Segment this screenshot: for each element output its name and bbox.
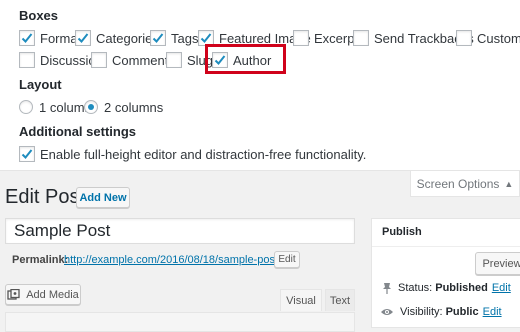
preview-button[interactable]: Preview bbox=[475, 252, 520, 275]
media-icon bbox=[7, 288, 20, 300]
checkbox-label: Tags bbox=[171, 30, 199, 46]
checkbox-label: Custom Fie bbox=[477, 30, 520, 46]
publish-box: Publish Preview Status: Published Edit V… bbox=[371, 218, 520, 328]
radio-button[interactable] bbox=[19, 100, 33, 114]
checkbox-custom-fields[interactable]: Custom Fie bbox=[456, 30, 520, 46]
checkbox-box[interactable] bbox=[293, 30, 309, 46]
permalink-edit-button[interactable]: Edit bbox=[274, 251, 300, 268]
status-value: Published bbox=[435, 282, 488, 294]
checkbox-tags[interactable]: Tags bbox=[150, 30, 198, 46]
checkbox-format[interactable]: Format bbox=[19, 30, 81, 46]
add-media-button[interactable]: Add Media bbox=[5, 284, 81, 305]
checkbox-box[interactable] bbox=[19, 146, 35, 162]
check-icon bbox=[21, 33, 33, 43]
checkbox-box[interactable] bbox=[166, 52, 182, 68]
checkbox-box[interactable] bbox=[150, 30, 166, 46]
radio-label: 2 columns bbox=[104, 99, 164, 115]
radio-1-column[interactable]: 1 column bbox=[19, 99, 92, 115]
checkbox-comments[interactable]: Comments bbox=[91, 52, 175, 68]
post-title-input[interactable]: Sample Post bbox=[5, 218, 355, 244]
visibility-edit-link[interactable]: Edit bbox=[483, 306, 502, 318]
checkbox-box[interactable] bbox=[353, 30, 369, 46]
visibility-row: Visibility: Public Edit bbox=[380, 306, 502, 318]
eye-icon bbox=[381, 309, 393, 315]
checkbox-label: Excerpt bbox=[314, 30, 359, 46]
checkbox-box[interactable] bbox=[456, 30, 472, 46]
pin-icon bbox=[383, 283, 391, 294]
checkbox-box[interactable] bbox=[91, 52, 107, 68]
tab-visual[interactable]: Visual bbox=[280, 289, 322, 311]
checkbox-excerpt[interactable]: Excerpt bbox=[293, 30, 358, 46]
status-edit-link[interactable]: Edit bbox=[492, 282, 511, 294]
screen-options-tab[interactable]: Screen Options ▲ bbox=[410, 171, 520, 197]
checkbox-categories[interactable]: Categories bbox=[75, 30, 159, 46]
screen-options-label: Screen Options bbox=[416, 176, 500, 191]
layout-title: Layout bbox=[19, 77, 62, 92]
permalink-url[interactable]: http://example.com/2016/08/18/sample-pos… bbox=[64, 254, 281, 266]
check-icon bbox=[77, 33, 89, 43]
author-highlight-box bbox=[205, 44, 286, 74]
additional-settings-title: Additional settings bbox=[19, 124, 136, 139]
screen-options-panel: Boxes Format Categories Tags Featured Im… bbox=[0, 0, 520, 171]
checkbox-box[interactable] bbox=[75, 30, 91, 46]
editor-toolbar bbox=[5, 312, 355, 332]
checkbox-full-height-editor[interactable]: Enable full-height editor and distractio… bbox=[19, 146, 366, 162]
page-title: Edit Post bbox=[5, 186, 86, 208]
radio-button[interactable] bbox=[84, 100, 98, 114]
publish-title: Publish bbox=[372, 219, 520, 247]
visibility-value: Public bbox=[445, 306, 479, 318]
add-media-label: Add Media bbox=[26, 288, 79, 301]
permalink-label: Permalink: bbox=[12, 254, 69, 266]
checkbox-box[interactable] bbox=[19, 52, 35, 68]
check-icon bbox=[152, 33, 164, 43]
arrow-up-icon: ▲ bbox=[504, 178, 514, 189]
add-new-button[interactable]: Add New bbox=[76, 187, 130, 208]
check-icon bbox=[21, 149, 33, 159]
radio-2-columns[interactable]: 2 columns bbox=[84, 99, 163, 115]
status-row: Status: Published Edit bbox=[382, 282, 511, 294]
visibility-label: Visibility: bbox=[400, 306, 443, 318]
tab-text[interactable]: Text bbox=[325, 289, 355, 311]
checkbox-label: Enable full-height editor and distractio… bbox=[40, 146, 367, 162]
checkbox-box[interactable] bbox=[19, 30, 35, 46]
status-label: Status: bbox=[398, 282, 433, 294]
boxes-title: Boxes bbox=[19, 8, 59, 23]
